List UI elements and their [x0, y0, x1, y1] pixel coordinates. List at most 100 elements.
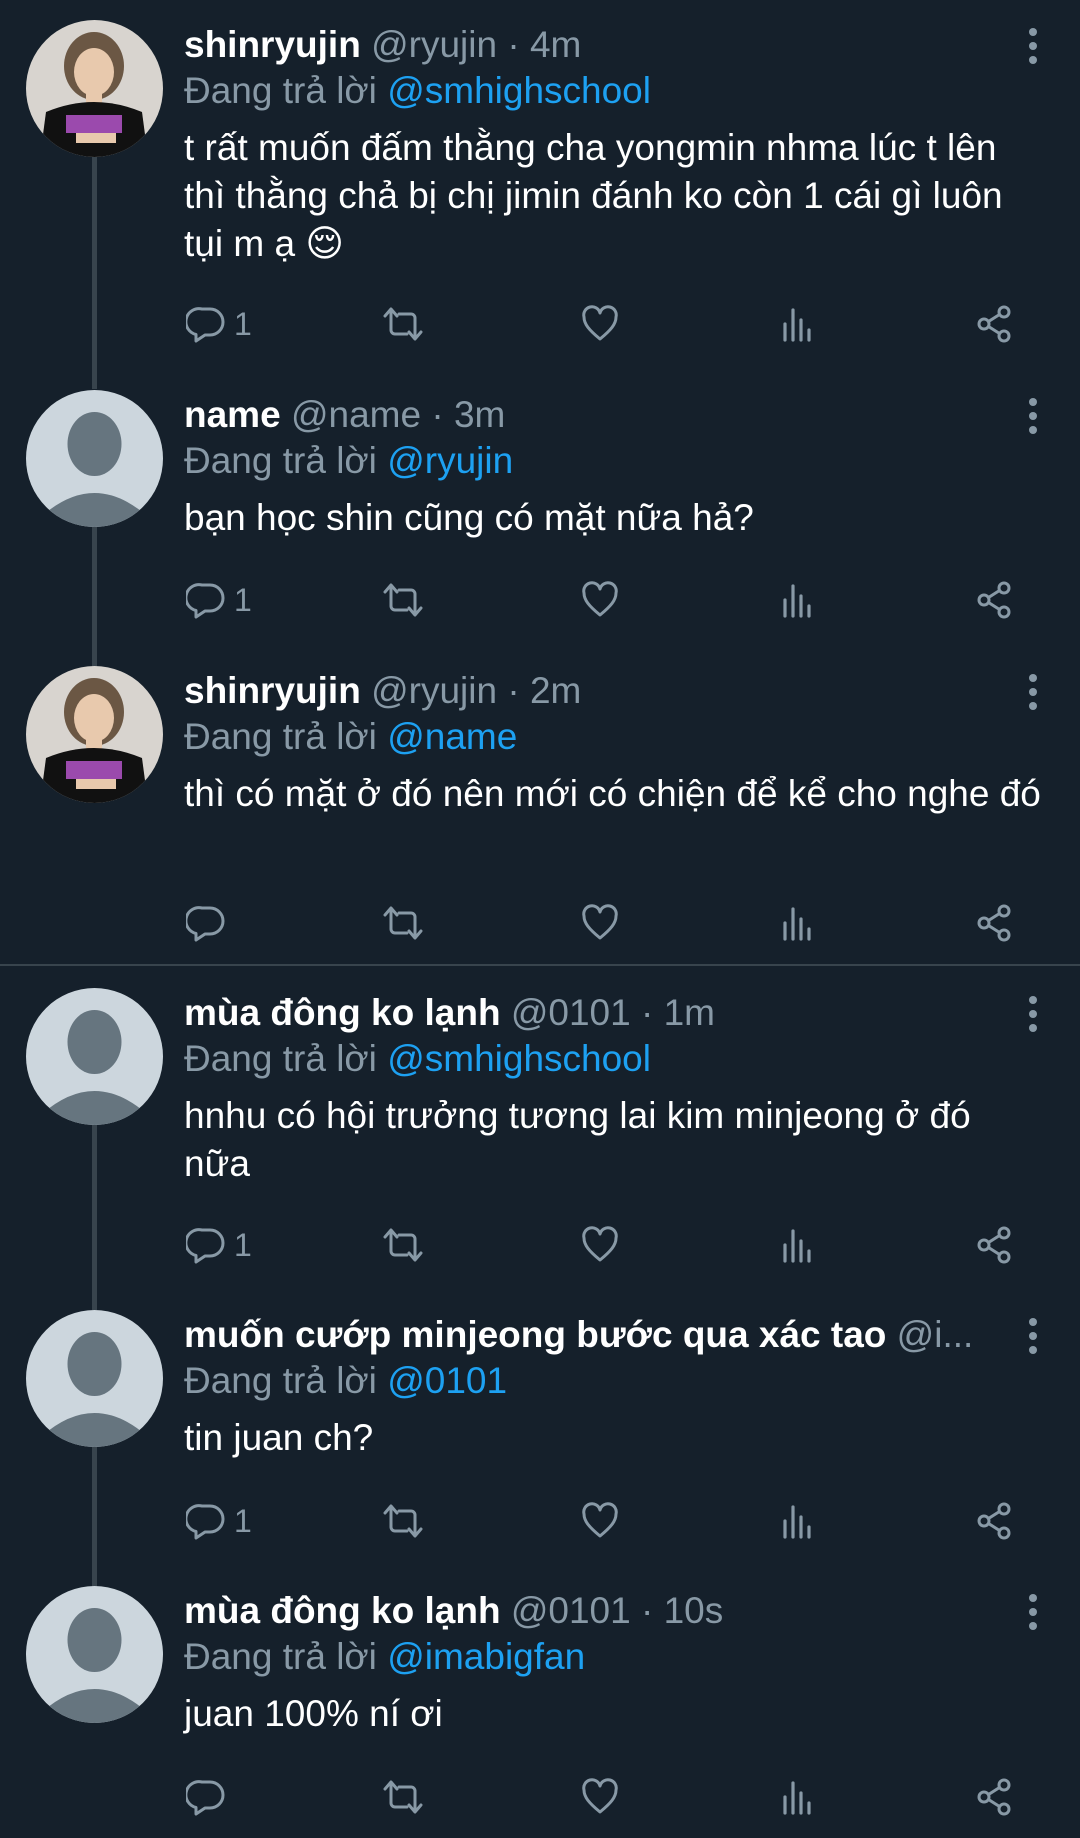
reply-prefix: Đang trả lời: [184, 1636, 377, 1677]
like-icon: [580, 580, 620, 620]
handle[interactable]: @i...: [897, 1314, 974, 1355]
retweet-icon: [381, 1501, 425, 1541]
tweet-header: shinryujin @ryujin · 2m: [184, 666, 1000, 716]
like-button[interactable]: [580, 1220, 620, 1270]
reply-button[interactable]: 1: [186, 575, 252, 625]
handle[interactable]: @ryujin: [371, 24, 497, 65]
tweet-text: juan 100% ní ơi: [184, 1693, 443, 1734]
reply-mention[interactable]: @name: [387, 716, 517, 757]
avatar[interactable]: [26, 666, 163, 803]
timestamp: · 1m: [641, 992, 715, 1033]
share-button[interactable]: [974, 575, 1014, 625]
more-options-icon[interactable]: [1018, 674, 1048, 714]
reply-mention[interactable]: @smhighschool: [387, 1038, 651, 1079]
reply-icon: [186, 903, 226, 943]
share-button[interactable]: [974, 1496, 1014, 1546]
retweet-icon: [381, 1225, 425, 1265]
display-name[interactable]: mùa đông ko lạnh: [184, 1590, 501, 1631]
reply-mention[interactable]: @smhighschool: [387, 70, 651, 111]
tweet-header: name @name · 3m: [184, 390, 1000, 440]
like-button[interactable]: [580, 898, 620, 948]
reply-button[interactable]: 1: [186, 299, 252, 349]
analytics-button[interactable]: [777, 575, 817, 625]
share-icon: [974, 1225, 1014, 1265]
like-button[interactable]: [580, 1496, 620, 1546]
avatar[interactable]: [26, 20, 163, 157]
analytics-icon: [777, 1501, 817, 1541]
retweet-button[interactable]: [381, 575, 425, 625]
retweet-button[interactable]: [381, 299, 425, 349]
reply-button[interactable]: [186, 898, 234, 948]
reply-context: Đang trả lời @0101: [184, 1356, 507, 1406]
tweet-header: shinryujin @ryujin · 4m: [184, 20, 1000, 70]
reply-context: Đang trả lời @smhighschool: [184, 1034, 651, 1084]
reply-button[interactable]: 1: [186, 1220, 252, 1270]
like-button[interactable]: [580, 1772, 620, 1822]
avatar[interactable]: [26, 1586, 163, 1723]
thread-divider: [0, 964, 1080, 966]
avatar[interactable]: [26, 988, 163, 1125]
display-name[interactable]: mùa đông ko lạnh: [184, 992, 501, 1033]
handle[interactable]: @name: [291, 394, 421, 435]
handle[interactable]: @0101: [511, 1590, 631, 1631]
retweet-button[interactable]: [381, 1220, 425, 1270]
retweet-icon: [381, 903, 425, 943]
analytics-button[interactable]: [777, 898, 817, 948]
share-icon: [974, 1501, 1014, 1541]
retweet-button[interactable]: [381, 898, 425, 948]
retweet-button[interactable]: [381, 1496, 425, 1546]
like-icon: [580, 903, 620, 943]
share-icon: [974, 1777, 1014, 1817]
like-button[interactable]: [580, 299, 620, 349]
timestamp: · 3m: [431, 394, 506, 435]
reply-icon: [186, 304, 226, 344]
display-name[interactable]: muốn cướp minjeong bước qua xác tao: [184, 1314, 886, 1355]
like-icon: [580, 1225, 620, 1265]
avatar[interactable]: [26, 390, 163, 527]
reply-prefix: Đang trả lời: [184, 440, 377, 481]
avatar[interactable]: [26, 1310, 163, 1447]
share-button[interactable]: [974, 1220, 1014, 1270]
more-options-icon[interactable]: [1018, 996, 1048, 1036]
display-name[interactable]: shinryujin: [184, 670, 361, 711]
tweet-header: mùa đông ko lạnh @0101 · 1m: [184, 988, 1000, 1038]
display-name[interactable]: shinryujin: [184, 24, 361, 65]
reply-prefix: Đang trả lời: [184, 1360, 377, 1401]
handle[interactable]: @ryujin: [371, 670, 497, 711]
analytics-icon: [777, 304, 817, 344]
like-button[interactable]: [580, 575, 620, 625]
share-icon: [974, 903, 1014, 943]
share-button[interactable]: [974, 1772, 1014, 1822]
like-icon: [580, 1501, 620, 1541]
handle[interactable]: @0101: [511, 992, 631, 1033]
analytics-button[interactable]: [777, 1220, 817, 1270]
reply-count: 1: [234, 1226, 252, 1263]
tweet-text: bạn học shin cũng có mặt nữa hả?: [184, 497, 754, 538]
more-options-icon[interactable]: [1018, 398, 1048, 438]
more-options-icon[interactable]: [1018, 1318, 1048, 1358]
reply-context: Đang trả lời @imabigfan: [184, 1632, 585, 1682]
reply-mention[interactable]: @imabigfan: [387, 1636, 585, 1677]
more-options-icon[interactable]: [1018, 1594, 1048, 1634]
share-button[interactable]: [974, 898, 1014, 948]
reply-context: Đang trả lời @smhighschool: [184, 66, 651, 116]
share-button[interactable]: [974, 299, 1014, 349]
analytics-icon: [777, 903, 817, 943]
action-bar: 1: [0, 1220, 1080, 1270]
reply-button[interactable]: [186, 1772, 234, 1822]
retweet-button[interactable]: [381, 1772, 425, 1822]
share-icon: [974, 304, 1014, 344]
display-name[interactable]: name: [184, 394, 281, 435]
more-options-icon[interactable]: [1018, 28, 1048, 68]
analytics-button[interactable]: [777, 1772, 817, 1822]
action-bar: [0, 1772, 1080, 1822]
retweet-icon: [381, 304, 425, 344]
analytics-icon: [777, 1225, 817, 1265]
reply-count: 1: [234, 305, 252, 342]
reply-button[interactable]: 1: [186, 1496, 252, 1546]
tweet-header: mùa đông ko lạnh @0101 · 10s: [184, 1586, 1000, 1636]
analytics-button[interactable]: [777, 299, 817, 349]
reply-mention[interactable]: @0101: [387, 1360, 507, 1401]
reply-mention[interactable]: @ryujin: [387, 440, 513, 481]
analytics-button[interactable]: [777, 1496, 817, 1546]
